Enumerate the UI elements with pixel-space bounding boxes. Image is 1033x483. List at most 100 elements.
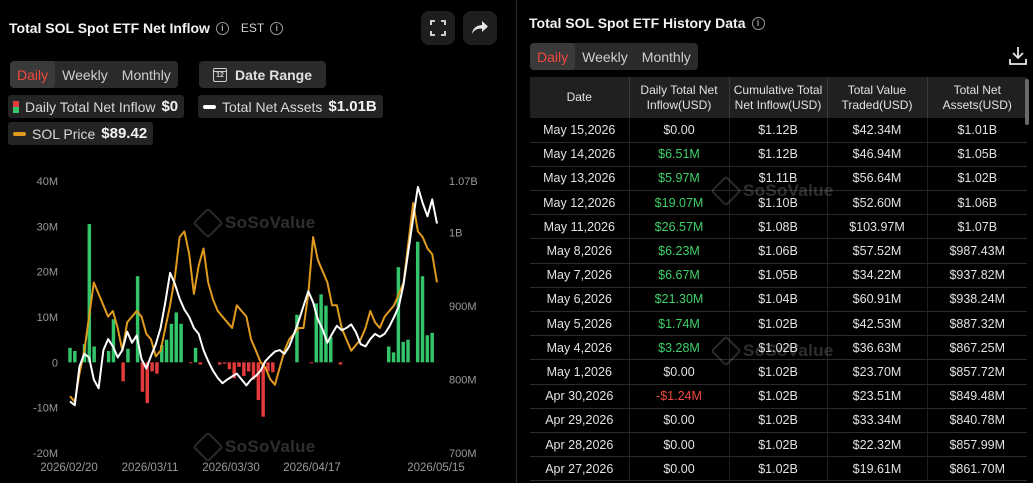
cell-value-traded: $103.97M	[826, 214, 927, 240]
table-row[interactable]: May 7,2026 $6.67M $1.05B $34.22M $937.82M	[530, 263, 1027, 288]
inflow-bar[interactable]	[401, 341, 405, 363]
inflow-bar[interactable]	[73, 351, 77, 363]
inflow-bar[interactable]	[386, 346, 391, 363]
inflow-bar[interactable]	[430, 332, 434, 363]
table-row[interactable]: Apr 27,2026 $0.00 $1.02B $19.61M $861.70M	[530, 456, 1027, 482]
inflow-bar[interactable]	[261, 362, 265, 417]
inflow-bar[interactable]	[237, 362, 241, 367]
inflow-bar[interactable]	[246, 362, 251, 372]
date-range-button[interactable]: 12 Date Range	[199, 61, 326, 88]
download-icon[interactable]	[1009, 46, 1027, 66]
inflow-bar[interactable]	[391, 352, 396, 363]
x-tick-label: 2026/02/20	[40, 462, 98, 474]
inflow-bar[interactable]	[164, 339, 169, 363]
inflow-bar[interactable]	[415, 241, 420, 363]
table-row[interactable]: May 15,2026 $0.00 $1.12B $42.34M $1.01B	[530, 118, 1027, 143]
cell-value-traded: $23.51M	[826, 384, 927, 409]
inflow-bar[interactable]	[198, 362, 203, 365]
inflow-bar[interactable]	[92, 346, 96, 363]
cell-date: May 14,2026	[530, 142, 629, 167]
inflow-bar[interactable]	[169, 323, 174, 363]
inflow-bar[interactable]	[425, 335, 430, 363]
share-button[interactable]	[463, 11, 497, 45]
cell-date: Apr 30,2026	[530, 384, 629, 409]
inflow-bar[interactable]	[106, 351, 111, 363]
table-row[interactable]: May 11,2026 $26.57M $1.08B $103.97M $1.07B	[530, 214, 1027, 240]
cell-date: May 7,2026	[530, 263, 629, 288]
cell-value-traded: $36.63M	[826, 335, 927, 361]
table-row[interactable]: Apr 30,2026 -$1.24M $1.02B $23.51M $849.48M	[530, 384, 1027, 409]
inflow-bar[interactable]	[406, 339, 410, 363]
cell-daily-inflow: -$1.24M	[628, 384, 729, 409]
table-row[interactable]: May 8,2026 $6.23M $1.06B $57.52M $987.43M	[530, 238, 1027, 264]
inflow-bar[interactable]	[338, 362, 343, 365]
cell-cumulative-inflow: $1.02B	[728, 408, 827, 433]
table-row[interactable]: May 6,2026 $21.30M $1.04B $60.91M $938.24M	[530, 287, 1027, 313]
col-header-value-traded[interactable]: Total Value Traded(USD)	[826, 77, 927, 118]
legend-price[interactable]: SOL Price $89.42	[8, 122, 154, 145]
cell-value-traded: $60.91M	[826, 287, 927, 313]
inflow-bar[interactable]	[155, 362, 159, 374]
legend-assets[interactable]: Total Net Assets $1.01B	[198, 95, 383, 118]
inflow-bar[interactable]	[309, 362, 314, 364]
inflow-bar[interactable]	[126, 348, 130, 363]
legend-assets-value: $1.01B	[328, 98, 377, 115]
inflow-bar[interactable]	[271, 362, 275, 373]
cell-date: May 12,2026	[530, 190, 629, 216]
inflow-bar[interactable]	[227, 362, 232, 370]
table-row[interactable]: May 5,2026 $1.74M $1.02B $42.53M $887.32M	[530, 311, 1027, 337]
inflow-bar[interactable]	[150, 362, 154, 372]
timezone-info-icon[interactable]: i	[270, 21, 284, 35]
info-icon[interactable]: i	[215, 21, 229, 35]
inflow-bar[interactable]	[121, 362, 125, 382]
right-tick-label: 900M	[449, 301, 477, 313]
watermark-text: SoSoValue	[743, 181, 834, 200]
left-tick-label: 40M	[37, 176, 58, 188]
inflow-bar[interactable]	[217, 362, 222, 365]
col-header-daily-inflow[interactable]: Daily Total Net Inflow(USD)	[628, 77, 729, 118]
inflow-bar[interactable]	[420, 276, 425, 363]
inflow-bar[interactable]	[329, 337, 333, 363]
inflow-bar[interactable]	[140, 362, 145, 392]
table-row[interactable]: May 1,2026 $0.00 $1.02B $23.70M $857.72M	[530, 359, 1027, 385]
table-row[interactable]: Apr 28,2026 $0.00 $1.02B $22.32M $857.99M	[530, 432, 1027, 458]
cell-value-traded: $56.64M	[826, 166, 927, 192]
watermark-text: SoSoValue	[743, 341, 834, 360]
inflow-bar[interactable]	[188, 362, 193, 364]
period-tabs: Daily Weekly Monthly	[10, 61, 178, 88]
cell-net-assets: $861.70M	[926, 456, 1027, 482]
inflow-bar[interactable]	[256, 362, 261, 400]
table-body: May 15,2026 $0.00 $1.12B $42.34M $1.01B May 1…	[530, 118, 1027, 482]
inflow-bar[interactable]	[396, 267, 401, 363]
col-header-cumulative-inflow[interactable]: Cumulative Total Net Inflow(USD)	[728, 77, 827, 118]
inflow-bar[interactable]	[222, 362, 227, 364]
inflow-swatch	[13, 100, 19, 113]
table-row[interactable]: May 14,2026 $6.51M $1.12B $46.94M $1.05B	[530, 142, 1027, 167]
inflow-bar[interactable]	[174, 312, 178, 363]
info-icon[interactable]: i	[751, 16, 765, 30]
table-row[interactable]: Apr 29,2026 $0.00 $1.02B $33.34M $840.78M	[530, 408, 1027, 433]
legend-inflow[interactable]: Daily Total Net Inflow $0	[8, 95, 185, 118]
inflow-bar[interactable]	[87, 224, 92, 363]
sosovalue-logo	[710, 175, 742, 207]
inflow-bar[interactable]	[242, 362, 246, 376]
history-tab-weekly[interactable]: Weekly	[575, 43, 635, 70]
legend-price-label: SOL Price	[32, 125, 96, 142]
tab-daily[interactable]: Daily	[10, 61, 56, 88]
history-tab-daily[interactable]: Daily	[530, 43, 576, 70]
tab-weekly[interactable]: Weekly	[55, 61, 115, 88]
inflow-bar[interactable]	[111, 319, 116, 363]
col-header-net-assets[interactable]: Total Net Assets(USD)	[926, 77, 1027, 118]
history-tab-monthly[interactable]: Monthly	[635, 43, 698, 70]
inflow-bar[interactable]	[68, 347, 72, 363]
inflow-bar[interactable]	[193, 347, 198, 363]
inflow-bar[interactable]	[179, 323, 183, 363]
sosovalue-logo	[710, 335, 742, 367]
tab-monthly[interactable]: Monthly	[115, 61, 178, 88]
fullscreen-button[interactable]	[421, 11, 455, 45]
cell-cumulative-inflow: $1.08B	[728, 214, 827, 240]
net-inflow-chart: 40M 30M 20M 10M 0 -10M -20M 1.07B 1B 900M 800M 700…	[33, 176, 478, 474]
table-scrollbar[interactable]	[1025, 79, 1029, 125]
col-header-date[interactable]: Date	[530, 77, 629, 118]
cell-date: May 15,2026	[530, 118, 629, 143]
